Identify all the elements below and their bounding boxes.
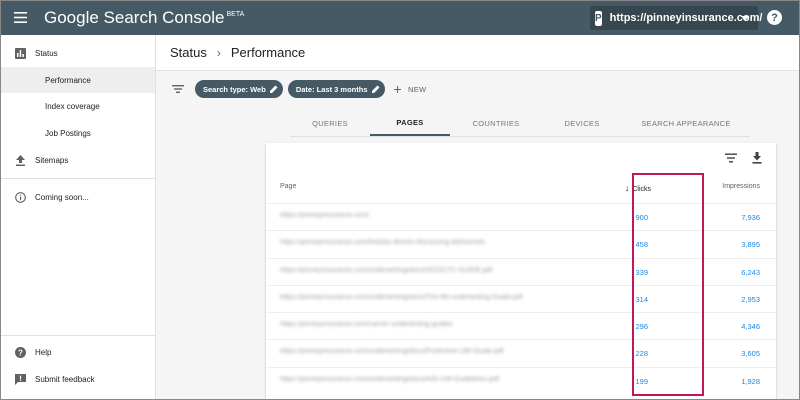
page-url-cell[interactable]: https://pinneyinsurance.com/underwriting… — [280, 294, 522, 301]
sort-arrow-down-icon: ↓ — [624, 183, 630, 193]
impressions-cell: 6,243 — [741, 267, 760, 277]
filter-chip-date[interactable]: Date: Last 3 months — [287, 80, 385, 98]
impressions-cell: 3,895 — [741, 240, 760, 250]
sidebar-item-label: Index coverage — [45, 101, 100, 111]
new-filter-label: NEW — [407, 84, 427, 94]
table-row[interactable]: https://pinneyinsurance.com/underwriting… — [266, 366, 776, 394]
app-title: Google Search Console BETA — [44, 8, 244, 28]
impressions-cell: 3,605 — [741, 349, 760, 359]
sidebar-item-performance[interactable]: Performance — [0, 67, 155, 93]
clicks-cell: 900 — [635, 213, 648, 222]
table-toolbar — [712, 151, 764, 165]
report-tabs: QUERIES PAGES COUNTRIES DEVICES SEARCH A… — [290, 110, 750, 137]
page-url-cell[interactable]: https://pinneyinsurance.com/underwriting… — [280, 376, 499, 383]
tab-queries[interactable]: QUERIES — [290, 110, 370, 136]
tab-devices[interactable]: DEVICES — [542, 110, 622, 136]
table-row[interactable]: https://pinneyinsurance.com/underwriting… — [266, 284, 776, 312]
sidebar-item-label: Submit feedback — [35, 374, 95, 384]
clicks-cell: 458 — [635, 240, 648, 250]
bar-chart-icon — [14, 47, 26, 59]
download-button[interactable] — [750, 151, 764, 165]
feedback-icon — [14, 373, 26, 385]
chip-label: Search type: Web — [203, 84, 266, 94]
top-app-bar: Google Search Console BETA P https://pinn… — [0, 0, 800, 35]
sidebar-item-sitemaps[interactable]: Sitemaps — [0, 147, 155, 173]
info-icon — [14, 191, 26, 203]
clicks-cell: 339 — [635, 267, 648, 277]
pencil-icon — [269, 85, 278, 93]
sidebar-item-status[interactable]: Status — [0, 40, 155, 66]
tab-countries[interactable]: COUNTRIES — [450, 110, 542, 136]
impressions-cell: 7,936 — [741, 213, 760, 222]
table-row[interactable]: https://pinneyinsurance.com/carrier-unde… — [266, 312, 776, 339]
breadcrumb-parent[interactable]: Status — [170, 45, 207, 60]
new-filter-button[interactable]: + NEW — [394, 82, 427, 96]
table-row[interactable]: https://pinneyinsurance.com/lindsey-denn… — [266, 230, 776, 257]
tab-search-appearance[interactable]: SEARCH APPEARANCE — [622, 110, 750, 136]
impressions-cell: 4,346 — [741, 322, 760, 332]
app-title-text: Google Search Console — [44, 7, 225, 27]
sidebar-item-label: Help — [35, 347, 52, 357]
clicks-cell: 314 — [635, 294, 648, 304]
clicks-cell: 199 — [635, 376, 648, 386]
filter-rows-button[interactable] — [724, 151, 738, 165]
sidebar-item-job-postings[interactable]: Job Postings — [0, 120, 155, 146]
column-header-impressions[interactable]: Impressions — [722, 183, 760, 190]
page-url-cell[interactable]: https://pinneyinsurance.com/ — [280, 212, 369, 219]
property-icon: P — [595, 10, 602, 26]
table-body: https://pinneyinsurance.com/ 900 7,936 h… — [266, 203, 776, 394]
column-header-clicks[interactable]: ↓ Clicks — [625, 183, 651, 193]
sidebar-divider — [0, 335, 155, 336]
table-row[interactable]: https://pinneyinsurance.com/underwriting… — [266, 257, 776, 285]
page-url-cell[interactable]: https://pinneyinsurance.com/carrier-unde… — [280, 321, 452, 328]
column-header-page[interactable]: Page — [280, 183, 296, 190]
filter-chip-search-type[interactable]: Search type: Web — [195, 80, 283, 98]
clicks-cell: 228 — [635, 349, 648, 359]
sidebar-item-index-coverage[interactable]: Index coverage — [0, 93, 155, 119]
caret-down-icon — [741, 16, 749, 21]
filter-icon[interactable] — [171, 82, 185, 96]
filter-icon — [725, 153, 737, 163]
sidebar-item-label: Status — [35, 48, 58, 58]
menu-button[interactable] — [0, 0, 40, 35]
impressions-cell: 1,928 — [741, 376, 760, 386]
sidebar-item-help[interactable]: ? Help — [0, 339, 155, 365]
table-row[interactable]: https://pinneyinsurance.com/ 900 7,936 — [266, 203, 776, 230]
page-title: Performance — [230, 45, 306, 60]
sidebar: Status Performance Index coverage Job Po… — [0, 35, 156, 400]
plus-icon: + — [393, 81, 402, 97]
filter-bar: Search type: Web Date: Last 3 months + N… — [156, 71, 800, 107]
pages-table-card: Page ↓ Clicks Impressions https://pinneyi… — [266, 143, 776, 400]
svg-text:?: ? — [18, 348, 23, 357]
sidebar-item-label: Sitemaps — [35, 155, 69, 165]
breadcrumb: Status › Performance — [156, 35, 800, 71]
page-url-cell[interactable]: https://pinneyinsurance.com/underwriting… — [280, 267, 492, 274]
sidebar-item-label: Performance — [45, 75, 91, 85]
sidebar-item-label: Coming soon... — [35, 192, 89, 202]
page-url-cell[interactable]: https://pinneyinsurance.com/underwriting… — [280, 348, 504, 355]
beta-badge: BETA — [226, 10, 245, 18]
property-url: https://pinneyinsurance.com/ — [609, 12, 763, 24]
sidebar-item-label: Job Postings — [45, 128, 91, 138]
hamburger-icon — [13, 12, 27, 23]
chip-label: Date: Last 3 months — [295, 84, 368, 94]
sidebar-item-submit-feedback[interactable]: Submit feedback — [0, 366, 155, 392]
help-icon[interactable]: ? — [767, 10, 782, 25]
column-header-label: Clicks — [632, 186, 651, 193]
chevron-right-icon: › — [216, 45, 221, 60]
impressions-cell: 2,953 — [741, 294, 760, 304]
sidebar-item-coming-soon[interactable]: Coming soon... — [0, 184, 155, 210]
table-row[interactable]: https://pinneyinsurance.com/underwriting… — [266, 339, 776, 366]
upload-icon — [14, 154, 26, 166]
pencil-icon — [371, 85, 379, 93]
sidebar-divider — [0, 178, 155, 179]
page-url-cell[interactable]: https://pinneyinsurance.com/lindsey-denn… — [280, 239, 485, 246]
tab-pages[interactable]: PAGES — [370, 110, 450, 136]
help-icon: ? — [14, 346, 26, 358]
property-selector[interactable]: P https://pinneyinsurance.com/ — [590, 6, 762, 30]
clicks-cell: 296 — [635, 322, 648, 332]
download-icon — [752, 152, 762, 164]
